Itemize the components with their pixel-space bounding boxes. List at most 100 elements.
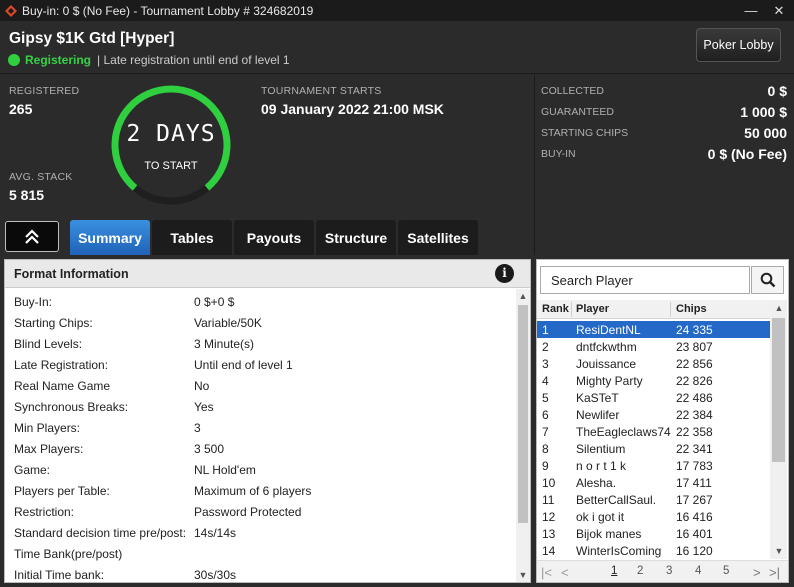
scroll-down-arrow-icon[interactable]: ▼	[772, 546, 786, 556]
page-link-2[interactable]: 2	[637, 565, 643, 577]
player-rank-cell: 6	[542, 408, 549, 422]
page-link-4[interactable]: 4	[695, 565, 701, 577]
format-row-value: NL Hold'em	[194, 463, 256, 477]
player-column-header[interactable]: Player	[576, 303, 609, 315]
next-page-icon[interactable]: >	[753, 565, 761, 580]
player-rank-cell: 4	[542, 374, 549, 388]
rank-column-header[interactable]: Rank	[542, 303, 569, 315]
format-row-value: 0 $+0 $	[194, 295, 235, 309]
format-row-label: Min Players:	[14, 421, 81, 435]
player-player-cell: Silentium	[576, 442, 626, 456]
player-row[interactable]: 6 Newlifer 22 384	[537, 406, 770, 423]
player-rank-cell: 14	[542, 544, 556, 558]
starting-chips-value: 50 000	[744, 125, 787, 141]
player-row[interactable]: 8 Silentium 22 341	[537, 440, 770, 457]
starting-chips-label: STARTING CHIPS	[541, 127, 629, 139]
format-row-label: Blind Levels:	[14, 337, 83, 351]
player-chips-cell: 17 783	[676, 459, 713, 473]
player-player-cell: ResiDentNL	[576, 323, 641, 337]
collected-value: 0 $	[767, 83, 787, 99]
player-rank-cell: 12	[542, 510, 556, 524]
guaranteed-value: 1 000 $	[740, 104, 787, 120]
player-row[interactable]: 3 Jouissance 22 856	[537, 355, 770, 372]
player-scroll-thumb[interactable]	[772, 318, 785, 462]
format-information-panel: Format Information i Buy-In: 0 $+0 $ Start…	[4, 259, 531, 583]
buy-in-label: BUY-IN	[541, 148, 576, 160]
format-row: Max Players: 3 500	[14, 439, 514, 460]
player-row[interactable]: 12 ok i got it 16 416	[537, 508, 770, 525]
format-row-label: Real Name Game	[14, 379, 111, 393]
player-scrollbar[interactable]: ▲ ▼	[770, 300, 787, 559]
page-link-1[interactable]: 1	[611, 565, 617, 577]
app-logo-icon	[5, 4, 17, 17]
format-row: Blind Levels: 3 Minute(s)	[14, 334, 514, 355]
chips-column-header[interactable]: Chips	[676, 303, 707, 315]
player-player-cell: WinterIsComing	[576, 544, 662, 558]
format-row-label: Standard decision time pre/post:	[14, 526, 187, 540]
player-rank-cell: 7	[542, 425, 549, 439]
page-link-3[interactable]: 3	[666, 565, 672, 577]
tab-satellites[interactable]: Satellites	[398, 220, 478, 255]
player-row[interactable]: 14 WinterIsComing 16 120	[537, 542, 770, 559]
format-row: Time Bank(pre/post)	[14, 544, 514, 565]
page-link-5[interactable]: 5	[723, 565, 729, 577]
tab-payouts[interactable]: Payouts	[234, 220, 314, 255]
format-row: Game: NL Hold'em	[14, 460, 514, 481]
format-row: Initial Time bank: 30s/30s	[14, 565, 514, 586]
format-row: Restriction: Password Protected	[14, 502, 514, 523]
scroll-down-arrow-icon[interactable]: ▼	[516, 570, 530, 580]
status-note: | Late registration until end of level 1	[97, 53, 290, 67]
player-player-cell: Jouissance	[576, 357, 637, 371]
format-row: Standard decision time pre/post: 14s/14s	[14, 523, 514, 544]
tournament-starts-label: TOURNAMENT STARTS	[261, 85, 382, 97]
search-player-input[interactable]	[541, 267, 749, 293]
format-row-label: Players per Table:	[14, 484, 110, 498]
player-row[interactable]: 10 Alesha. 17 411	[537, 474, 770, 491]
info-icon[interactable]: i	[495, 264, 514, 283]
format-row-value: No	[194, 379, 210, 393]
player-row[interactable]: 2 dntfckwthm 23 807	[537, 338, 770, 355]
player-player-cell: Newlifer	[576, 408, 620, 422]
player-row[interactable]: 7 TheEagleclaws74 22 358	[537, 423, 770, 440]
player-row[interactable]: 11 BetterCallSaul. 17 267	[537, 491, 770, 508]
scroll-up-arrow-icon[interactable]: ▲	[772, 303, 786, 313]
player-rank-cell: 8	[542, 442, 549, 456]
tab-structure[interactable]: Structure	[316, 220, 396, 255]
player-row[interactable]: 4 Mighty Party 22 826	[537, 372, 770, 389]
last-page-icon[interactable]: >|	[769, 565, 780, 580]
player-player-cell: BetterCallSaul.	[576, 493, 657, 507]
player-row[interactable]: 1 ResiDentNL 24 335	[537, 321, 770, 338]
scroll-up-arrow-icon[interactable]: ▲	[516, 291, 530, 301]
minimize-button[interactable]: —	[738, 0, 764, 21]
player-rank-cell: 9	[542, 459, 549, 473]
player-chips-cell: 22 486	[676, 391, 713, 405]
player-row[interactable]: 5 KaSTeT 22 486	[537, 389, 770, 406]
first-page-icon[interactable]: |<	[541, 565, 552, 580]
search-button[interactable]	[751, 266, 784, 294]
tab-summary[interactable]: Summary	[70, 220, 150, 255]
double-chevron-up-icon	[25, 228, 39, 244]
prev-page-icon[interactable]: <	[561, 565, 569, 580]
format-scrollbar[interactable]: ▲ ▼	[516, 289, 530, 582]
tournament-header: Gipsy $1K Gtd [Hyper] Registering | Late…	[0, 21, 794, 74]
status-dot-icon	[8, 54, 20, 66]
player-row[interactable]: 9 n o r t 1 k 17 783	[537, 457, 770, 474]
collected-row: COLLECTED 0 $	[541, 81, 787, 101]
player-chips-cell: 16 120	[676, 544, 713, 558]
player-player-cell: Mighty Party	[576, 374, 643, 388]
player-row[interactable]: 13 Bijok manes 16 401	[537, 525, 770, 542]
search-player-box[interactable]	[540, 266, 750, 294]
player-chips-cell: 22 358	[676, 425, 713, 439]
close-button[interactable]: ✕	[766, 0, 792, 21]
format-scroll-thumb[interactable]	[518, 305, 528, 523]
format-row-label: Synchronous Breaks:	[14, 400, 129, 414]
tab-tables[interactable]: Tables	[152, 220, 232, 255]
player-player-cell: Bijok manes	[576, 527, 642, 541]
poker-lobby-button[interactable]: Poker Lobby	[696, 28, 781, 62]
player-player-cell: TheEagleclaws74	[576, 425, 671, 439]
format-row-value: 3 500	[194, 442, 225, 456]
format-information-title: Format Information	[14, 267, 129, 281]
player-list-panel: Rank Player Chips 1ResiDentNL24 3352dntf…	[536, 259, 789, 583]
format-row-label: Late Registration:	[14, 358, 109, 372]
collapse-button[interactable]	[5, 221, 59, 252]
